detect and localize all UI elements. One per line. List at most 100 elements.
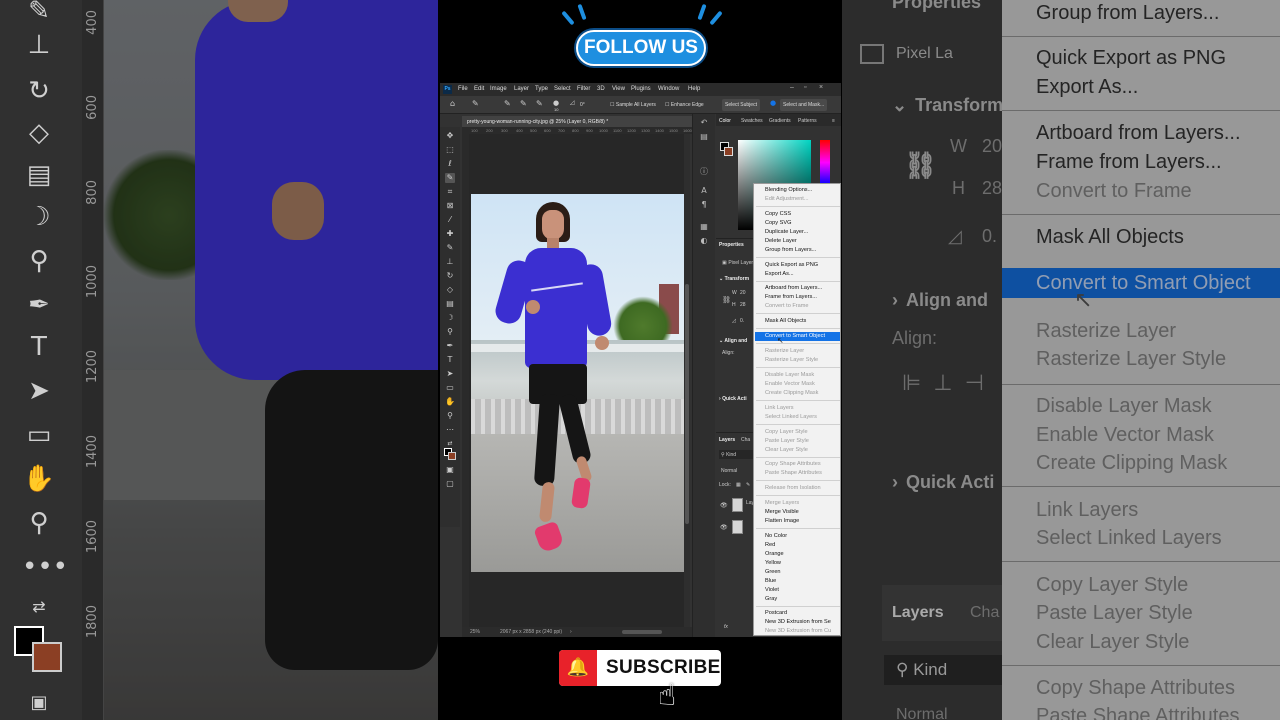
quick-actions-section[interactable]: › Quick Acti xyxy=(719,396,747,402)
blend-mode-select[interactable]: Normal xyxy=(721,468,737,474)
brush-size-dot-icon[interactable]: ● xyxy=(553,99,559,107)
angle-field[interactable]: 0° xyxy=(580,102,585,108)
eraser-tool-icon[interactable]: ◇ xyxy=(445,285,455,295)
sample-all-layers-checkbox[interactable]: ☐ Sample All Layers xyxy=(610,102,656,108)
screen-mode-icon[interactable]: ▢ xyxy=(445,479,455,489)
minimize-icon[interactable]: – xyxy=(790,84,794,91)
menu-item-mask-all-objects[interactable]: Mask All Objects xyxy=(765,318,806,324)
menu-filter[interactable]: Filter xyxy=(577,86,590,92)
enhance-edge-checkbox[interactable]: ☐ Enhance Edge xyxy=(665,102,704,108)
menu-item-duplicate-layer[interactable]: Duplicate Layer... xyxy=(765,229,808,235)
zoom-level[interactable]: 25% xyxy=(470,629,480,635)
menu-item-orange[interactable]: Orange xyxy=(765,551,784,557)
add-selection-icon[interactable]: ✎ xyxy=(504,99,511,108)
tab-color[interactable]: Color xyxy=(719,118,731,124)
history-panel-icon[interactable]: ↶ xyxy=(699,118,709,128)
paragraph-panel-icon[interactable]: ¶ xyxy=(699,200,709,210)
menu-item-merge-visible[interactable]: Merge Visible xyxy=(765,509,799,515)
menu-item-gray[interactable]: Gray xyxy=(765,596,777,602)
menu-item-enable-vector-mask[interactable]: Enable Vector Mask xyxy=(765,381,815,387)
vertical-scrollbar[interactable] xyxy=(684,134,690,627)
maximize-icon[interactable]: ▫ xyxy=(804,84,806,91)
menu-type[interactable]: Type xyxy=(535,86,548,92)
menu-item-flatten-image[interactable]: Flatten Image xyxy=(765,518,799,524)
menu-item-release-from-isolation[interactable]: Release from Isolation xyxy=(765,485,821,491)
menu-item-select-linked-layers[interactable]: Select Linked Layers xyxy=(765,414,817,420)
angle-field[interactable]: 0. xyxy=(740,318,744,324)
move-tool-icon[interactable]: ✥ xyxy=(445,131,455,141)
menu-item-export-as[interactable]: Export As... xyxy=(765,271,794,277)
tab-channels[interactable]: Cha xyxy=(741,437,750,443)
quick-selection-icon[interactable]: ✎ xyxy=(472,99,479,108)
menu-item-paste-layer-style[interactable]: Paste Layer Style xyxy=(765,438,809,444)
menu-item-postcard[interactable]: Postcard xyxy=(765,610,787,616)
select-subject-button[interactable]: Select Subject xyxy=(722,99,760,111)
zoom-tool-icon[interactable]: ⚲ xyxy=(445,411,455,421)
eyedropper-tool-icon[interactable]: ⁄ xyxy=(445,215,455,225)
menu-file[interactable]: File xyxy=(458,86,468,92)
panel-menu-icon[interactable]: ≡ xyxy=(832,118,835,124)
subtract-selection-icon[interactable]: ✎ xyxy=(520,99,527,108)
brush-options-icon[interactable]: ✎ xyxy=(536,99,543,108)
healing-tool-icon[interactable]: ✚ xyxy=(445,229,455,239)
layer-thumbnail[interactable] xyxy=(732,520,743,534)
link-dimensions-icon[interactable]: ⛓ xyxy=(722,296,731,304)
info-panel-icon[interactable]: ⓘ xyxy=(699,166,709,176)
blur-tool-icon[interactable]: ☽ xyxy=(445,313,455,323)
align-section[interactable]: ⌄ Align and xyxy=(719,338,747,344)
dodge-tool-icon[interactable]: ⚲ xyxy=(445,327,455,337)
height-field[interactable]: 28 xyxy=(740,302,746,308)
select-and-mask-button[interactable]: Select and Mask... xyxy=(780,99,828,111)
hand-tool-icon[interactable]: ✋ xyxy=(445,397,455,407)
path-selection-tool-icon[interactable]: ➤ xyxy=(445,369,455,379)
gradient-tool-icon[interactable]: ▤ xyxy=(445,299,455,309)
menu-plugins[interactable]: Plugins xyxy=(631,86,651,92)
menu-item-clear-layer-style[interactable]: Clear Layer Style xyxy=(765,447,808,453)
tab-swatches[interactable]: Swatches xyxy=(741,118,763,124)
menu-item-no-color[interactable]: No Color xyxy=(765,533,787,539)
more-tools-icon[interactable]: ⋯ xyxy=(445,425,455,435)
marquee-tool-icon[interactable]: ⬚ xyxy=(445,145,455,155)
menu-item-copy-css[interactable]: Copy CSS xyxy=(765,211,791,217)
adjustments-icon[interactable]: ◐ xyxy=(699,236,709,246)
scrollbar-thumb[interactable] xyxy=(685,284,689,524)
lasso-tool-icon[interactable]: ℓ xyxy=(445,159,455,169)
color-background-swatch[interactable] xyxy=(724,147,733,156)
menu-item-convert-to-frame[interactable]: Convert to Frame xyxy=(765,303,809,309)
tab-layers[interactable]: Layers xyxy=(719,437,735,443)
clone-stamp-tool-icon[interactable]: ⊥ xyxy=(445,257,455,267)
quick-mask-icon[interactable]: ▣ xyxy=(445,465,455,475)
menu-item-yellow[interactable]: Yellow xyxy=(765,560,781,566)
quick-selection-tool-icon[interactable]: ✎ xyxy=(445,173,455,183)
menu-item-rasterize-layer-style[interactable]: Rasterize Layer Style xyxy=(765,357,818,363)
subscribe-button[interactable]: 🔔 SUBSCRIBE xyxy=(559,650,721,686)
menu-item-edit-adjustment[interactable]: Edit Adjustment... xyxy=(765,196,809,202)
menu-item-3d-extrusion-selected[interactable]: New 3D Extrusion from Se xyxy=(765,619,831,625)
menu-item-blue[interactable]: Blue xyxy=(765,578,776,584)
character-panel-icon[interactable]: A xyxy=(699,186,709,196)
width-field[interactable]: 20 xyxy=(740,290,746,296)
layer-comps-icon[interactable]: ▦ xyxy=(699,222,709,232)
close-icon[interactable]: × xyxy=(819,84,823,91)
crop-tool-icon[interactable]: ⌗ xyxy=(445,187,455,197)
lock-pixels-icon[interactable]: ✎ xyxy=(746,482,750,488)
type-tool-icon[interactable]: T xyxy=(445,355,455,365)
menu-item-convert-to-smart-object[interactable]: Convert to Smart Object xyxy=(765,333,825,339)
layer-thumbnail[interactable] xyxy=(732,498,743,512)
brush-tool-icon[interactable]: ✎ xyxy=(445,243,455,253)
menu-item-blending-options[interactable]: Blending Options... xyxy=(765,187,812,193)
transform-section[interactable]: ⌄ Transform xyxy=(719,276,749,282)
home-icon[interactable]: ⌂ xyxy=(450,99,455,108)
fx-icon[interactable]: fx xyxy=(724,624,728,630)
menu-item-link-layers[interactable]: Link Layers xyxy=(765,405,794,411)
menu-item-create-clipping-mask[interactable]: Create Clipping Mask xyxy=(765,390,818,396)
menu-edit[interactable]: Edit xyxy=(474,86,484,92)
menu-item-disable-layer-mask[interactable]: Disable Layer Mask xyxy=(765,372,814,378)
pen-tool-icon[interactable]: ✒ xyxy=(445,341,455,351)
menu-item-quick-export-png[interactable]: Quick Export as PNG xyxy=(765,262,818,268)
menu-layer[interactable]: Layer xyxy=(514,86,529,92)
menu-item-3d-extrusion-current[interactable]: New 3D Extrusion from Cu xyxy=(765,628,831,634)
follow-us-button[interactable]: FOLLOW US xyxy=(576,30,706,66)
frame-tool-icon[interactable]: ⊠ xyxy=(445,201,455,211)
menu-item-delete-layer[interactable]: Delete Layer xyxy=(765,238,797,244)
